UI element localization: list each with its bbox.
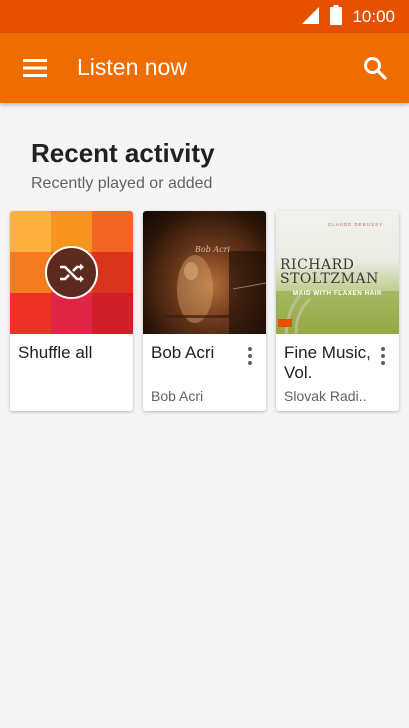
album-art-bob-acri: Bob Acri	[143, 211, 266, 334]
app-bar: Listen now	[0, 33, 409, 103]
shuffle-icon	[59, 263, 84, 282]
album-art-tagline: MAID WITH FLAXEN HAIR	[292, 290, 383, 297]
album-art-fine-music: CLAUDE DEBUSSY RICHARD STOLTZMAN MAID WI…	[276, 211, 399, 334]
search-button[interactable]	[359, 52, 391, 84]
mosaic-tile	[10, 293, 51, 334]
signal-icon	[300, 5, 320, 30]
mosaic-tile	[10, 211, 51, 252]
section-title: Recent activity	[31, 138, 215, 168]
menu-icon	[23, 59, 47, 77]
more-vert-icon	[248, 347, 252, 351]
mosaic-tile	[92, 293, 133, 334]
album-art-text: Bob Acri	[195, 245, 230, 254]
album-art-name2: STOLTZMAN	[280, 271, 379, 287]
more-options-button[interactable]	[240, 344, 260, 368]
status-time: 10:00	[352, 7, 395, 26]
card-subtitle: Slovak Radi..	[284, 388, 367, 404]
page-title: Listen now	[77, 54, 187, 80]
shuffle-button[interactable]	[45, 246, 98, 299]
mosaic-tile	[92, 252, 133, 293]
card-album-fine-music[interactable]: CLAUDE DEBUSSY RICHARD STOLTZMAN MAID WI…	[276, 211, 399, 411]
mosaic-tile	[51, 293, 92, 334]
battery-icon	[330, 4, 343, 30]
menu-button[interactable]	[18, 53, 52, 83]
section-subtitle: Recently played or added	[31, 175, 213, 192]
more-vert-icon	[381, 347, 385, 351]
mosaic-tile	[92, 211, 133, 252]
card-title: Fine Music, Vol.	[284, 343, 371, 382]
status-bar: 10:00	[0, 0, 409, 33]
card-shuffle-all[interactable]: Shuffle all	[10, 211, 133, 411]
card-subtitle: Bob Acri	[151, 388, 204, 404]
card-title: Shuffle all	[18, 343, 93, 362]
card-album-bob-acri[interactable]: Bob Acri Bob Acri Bob Acri	[143, 211, 266, 411]
more-options-button[interactable]	[373, 344, 393, 368]
album-art-top-text: CLAUDE DEBUSSY	[328, 222, 384, 227]
card-title: Bob Acri	[151, 343, 215, 362]
search-icon	[364, 57, 387, 80]
shuffle-art	[10, 211, 133, 334]
